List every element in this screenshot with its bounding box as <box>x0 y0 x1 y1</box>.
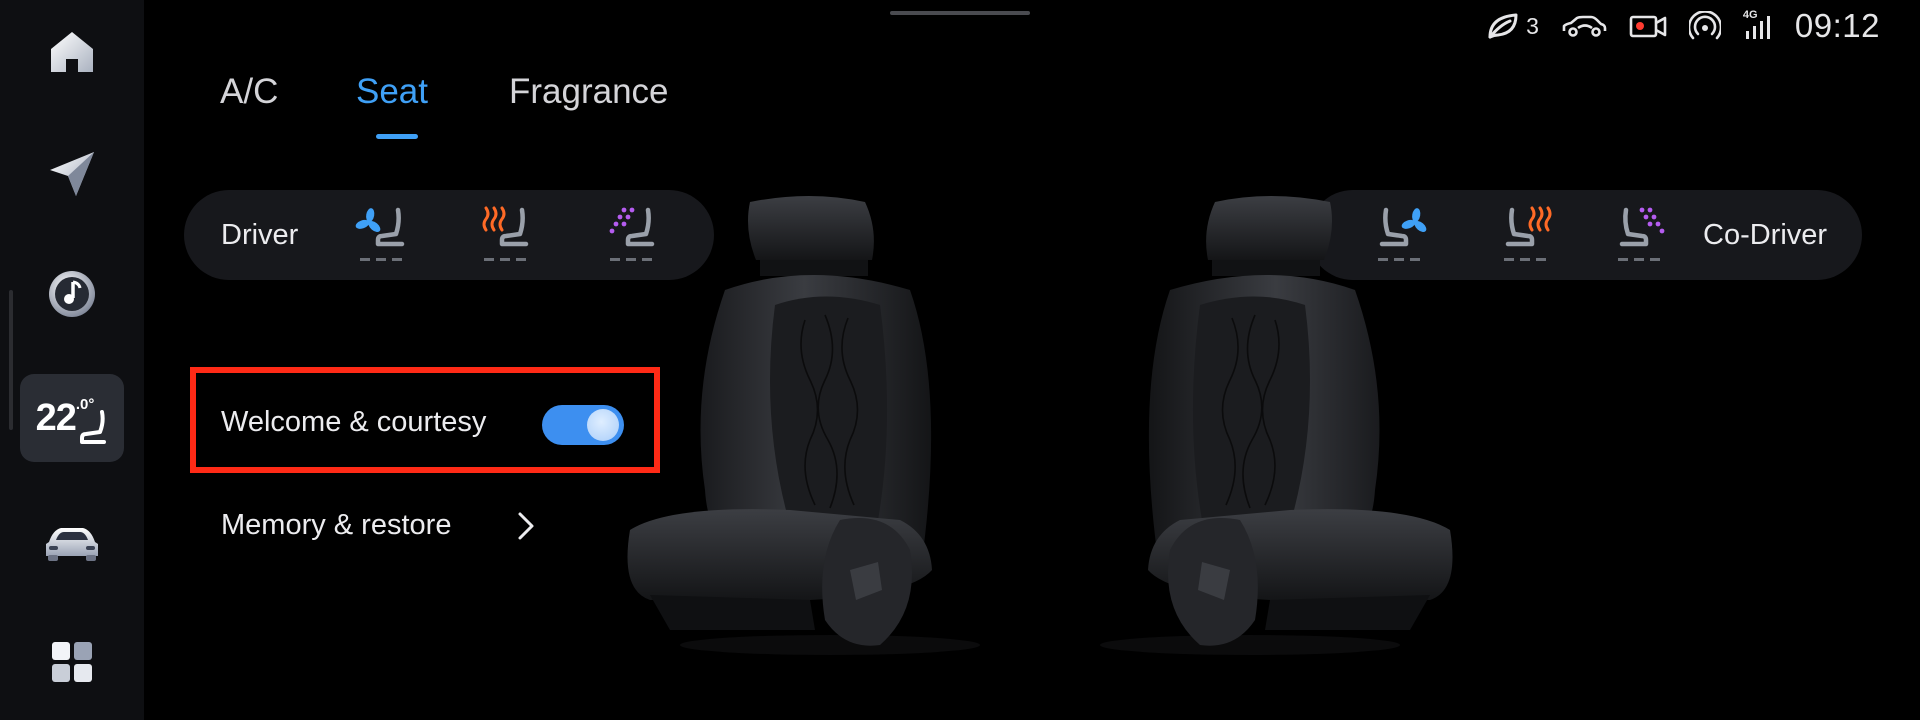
eco-leaf-icon <box>1488 13 1518 39</box>
dashcam-icon[interactable] <box>1629 12 1667 40</box>
active-tab-indicator <box>376 134 418 139</box>
seat-heating-icon <box>482 206 529 261</box>
car-icon <box>46 528 98 561</box>
driver-seat-image <box>627 196 980 655</box>
co-driver-heating-button[interactable] <box>1496 204 1558 268</box>
climate-temperature-decimal: .0° <box>75 395 95 413</box>
status-bar: 3 4G 09:12 <box>1486 6 1880 46</box>
climate-temperature: 22 <box>35 396 77 439</box>
eco-count: 3 <box>1526 12 1539 39</box>
hotspot-icon[interactable] <box>1688 11 1721 41</box>
navigation-arrow-icon <box>50 152 94 196</box>
top-grab-handle[interactable] <box>890 11 1030 15</box>
seat-heating-icon <box>1504 206 1552 261</box>
dock-music-button[interactable] <box>20 250 124 338</box>
tab-fragrance[interactable]: Fragrance <box>509 72 669 112</box>
dock-climate-button[interactable]: 22 .0° <box>20 374 124 462</box>
dock-navigation-button[interactable] <box>20 130 124 218</box>
tab-ac[interactable]: A/C <box>220 72 278 112</box>
co-driver-seat-image <box>1100 196 1453 655</box>
dock-apps-button[interactable] <box>20 618 124 706</box>
dock-vehicle-button[interactable] <box>20 498 124 586</box>
dock-scrollbar[interactable] <box>9 290 13 430</box>
signal-4g-icon: 4G <box>1743 9 1773 41</box>
car-status-icon[interactable] <box>1561 14 1607 38</box>
seat-ventilation-icon <box>355 207 405 261</box>
home-icon <box>51 32 93 72</box>
co-driver-massage-button[interactable] <box>1610 204 1672 268</box>
apps-grid-icon <box>52 642 92 682</box>
left-dock: 22 .0° <box>0 0 144 720</box>
chevron-right-icon[interactable] <box>516 510 536 542</box>
welcome-courtesy-label: Welcome & courtesy <box>221 406 487 438</box>
clock: 09:12 <box>1794 7 1880 44</box>
driver-ventilation-button[interactable] <box>352 204 414 268</box>
driver-heating-button[interactable] <box>476 204 538 268</box>
seat-massage-icon <box>1618 207 1665 261</box>
memory-restore-label[interactable]: Memory & restore <box>221 509 451 542</box>
tab-seat[interactable]: Seat <box>356 72 428 112</box>
driver-label: Driver <box>221 219 299 251</box>
eco-status: 3 <box>1486 11 1539 41</box>
co-driver-label: Co-Driver <box>1703 219 1828 251</box>
seat-climate-icon <box>80 410 107 444</box>
music-disc-icon <box>49 271 95 317</box>
dock-home-button[interactable] <box>20 8 124 96</box>
